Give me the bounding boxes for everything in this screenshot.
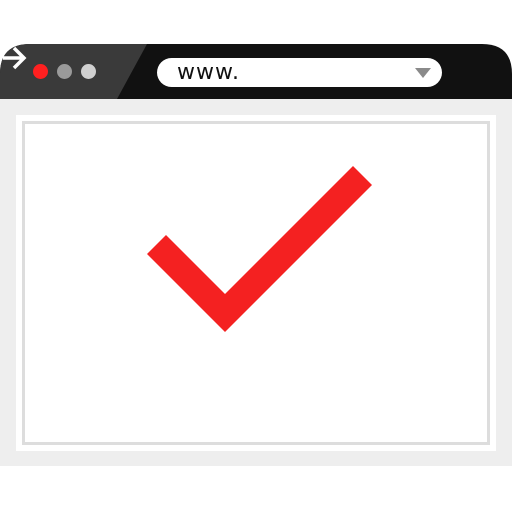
arrow-right-icon[interactable] [0,44,30,72]
browser-window: www. [0,44,512,466]
page-viewport [0,99,512,466]
checkmark-icon [147,166,372,332]
minimize-window-button[interactable] [57,64,72,79]
chevron-down-icon[interactable] [415,68,431,78]
close-window-button[interactable] [33,64,48,79]
content-frame [22,121,490,445]
address-bar[interactable]: www. [157,58,442,87]
address-bar-text: www. [177,60,240,85]
content-panel [16,115,496,451]
browser-titlebar: www. [0,44,512,99]
maximize-window-button[interactable] [81,64,96,79]
